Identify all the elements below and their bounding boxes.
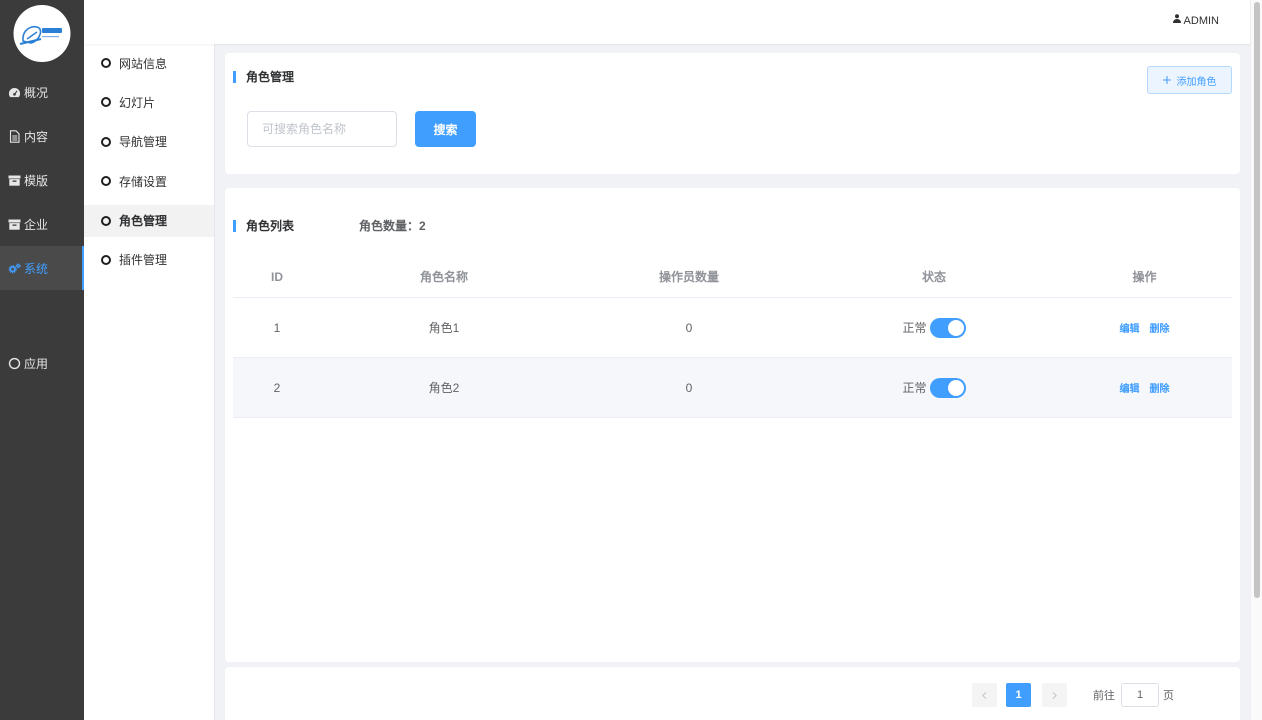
role-list-panel: 角色列表 角色数量：2 ID 角色名称 操作员数量 状态 操作 1 角色1 0 … xyxy=(225,188,1240,662)
cell-actions: 编辑 删除 xyxy=(1057,358,1232,417)
dashboard-icon xyxy=(7,86,21,99)
sub-nav-label: 导航管理 xyxy=(119,135,168,150)
sub-nav-label: 存储设置 xyxy=(119,174,168,189)
cell-name: 角色1 xyxy=(428,321,460,335)
next-page-button[interactable] xyxy=(1042,683,1067,707)
delete-link[interactable]: 删除 xyxy=(1150,380,1170,395)
circle-icon xyxy=(101,136,111,147)
role-search-panel: 角色管理 添加角色 搜索 xyxy=(225,53,1240,174)
main-nav-label: 模版 xyxy=(24,173,49,188)
status-toggle[interactable] xyxy=(929,317,966,338)
section-title: 角色管理 xyxy=(246,70,295,84)
main-nav-item-enterprise[interactable]: 企业 xyxy=(0,202,84,246)
column-header-operators: 操作员数量 xyxy=(658,270,719,284)
role-count-value: 2 xyxy=(419,219,426,233)
cell-operator-count: 0 xyxy=(685,320,693,335)
section-title: 角色列表 xyxy=(246,219,295,233)
section-accent-bar xyxy=(233,71,236,83)
column-header-status: 状态 xyxy=(921,270,946,284)
circle-icon xyxy=(101,58,111,68)
pagination-bar: 1 前往 页 xyxy=(225,667,1240,720)
pagination: 1 前往 页 xyxy=(972,683,1174,707)
role-count: 角色数量：2 xyxy=(359,219,426,233)
add-role-label: 添加角色 xyxy=(1176,76,1217,88)
sub-nav-item-storage[interactable]: 存储设置 xyxy=(84,165,214,197)
role-count-label: 角色数量： xyxy=(359,219,420,233)
main-nav-label: 内容 xyxy=(24,129,49,144)
sub-sidebar: 网站信息 幻灯片 导航管理 存储设置 角色管理 插件管理 xyxy=(84,44,215,720)
sub-nav-item-roles[interactable]: 角色管理 xyxy=(84,204,214,237)
user-icon xyxy=(1172,14,1181,23)
top-bar: ADMIN xyxy=(84,0,1250,44)
chevron-right-icon xyxy=(1052,691,1057,700)
username: ADMIN xyxy=(1183,15,1219,27)
goto-label: 前往 xyxy=(1093,690,1115,702)
role-table: ID 角色名称 操作员数量 状态 操作 1 角色1 0 正常 编辑 删除 2 角… xyxy=(233,256,1232,418)
sub-nav-item-slides[interactable]: 幻灯片 xyxy=(84,86,214,118)
circle-icon xyxy=(101,176,111,187)
user-menu[interactable]: ADMIN xyxy=(1172,14,1219,27)
column-header-actions: 操作 xyxy=(1132,270,1157,284)
main-nav-label: 系统 xyxy=(24,261,49,276)
main-nav-label: 应用 xyxy=(24,356,49,371)
file-text-icon xyxy=(7,129,21,143)
sub-nav-label: 幻灯片 xyxy=(119,95,156,110)
sub-nav-label: 插件管理 xyxy=(119,253,168,268)
column-header-id: ID xyxy=(271,269,283,284)
cell-status: 正常 xyxy=(811,298,1057,357)
main-nav-item-content[interactable]: 内容 xyxy=(0,114,84,158)
scrollbar-thumb[interactable] xyxy=(1254,2,1260,598)
edit-link[interactable]: 编辑 xyxy=(1120,320,1140,335)
circle-icon xyxy=(101,215,111,226)
company-logo[interactable] xyxy=(13,5,71,62)
edit-link[interactable]: 编辑 xyxy=(1120,380,1140,395)
main-nav-item-system[interactable]: 系统 xyxy=(0,246,84,290)
status-text: 正常 xyxy=(902,321,927,335)
add-role-button[interactable]: 添加角色 xyxy=(1147,66,1232,94)
cell-id: 1 xyxy=(273,320,281,335)
page-number-current[interactable]: 1 xyxy=(1006,683,1031,707)
circle-icon xyxy=(101,97,111,108)
prev-page-button[interactable] xyxy=(972,683,997,707)
sub-nav-item-site-info[interactable]: 网站信息 xyxy=(84,47,214,79)
main-nav-label: 概况 xyxy=(24,85,49,100)
goto-page-input[interactable] xyxy=(1121,683,1159,707)
archive-icon xyxy=(7,218,21,231)
circle-icon xyxy=(101,254,111,265)
cell-operator-count: 0 xyxy=(685,380,693,395)
table-header: ID 角色名称 操作员数量 状态 操作 xyxy=(233,256,1232,298)
cell-actions: 编辑 删除 xyxy=(1057,298,1232,357)
sub-nav-item-plugins[interactable]: 插件管理 xyxy=(84,244,214,276)
main-nav-label: 企业 xyxy=(24,217,49,232)
column-header-name: 角色名称 xyxy=(419,270,468,284)
page-scrollbar[interactable] xyxy=(1250,0,1262,720)
sub-nav-label: 角色管理 xyxy=(119,214,168,229)
circle-icon xyxy=(7,357,21,370)
page-suffix: 页 xyxy=(1163,690,1174,702)
sub-nav-item-navigation[interactable]: 导航管理 xyxy=(84,126,214,158)
main-sidebar: 概况 内容 模版 企业 系统 应用 xyxy=(0,0,84,720)
main-nav-item-apps[interactable]: 应用 xyxy=(0,341,84,385)
search-button[interactable]: 搜索 xyxy=(415,111,476,147)
main-nav: 概况 内容 模版 企业 系统 应用 xyxy=(0,70,84,385)
role-search-input[interactable] xyxy=(247,111,397,147)
status-text: 正常 xyxy=(902,381,927,395)
main-nav-item-overview[interactable]: 概况 xyxy=(0,70,84,114)
cogs-icon xyxy=(7,262,21,275)
table-row: 2 角色2 0 正常 编辑 删除 xyxy=(233,358,1232,418)
cell-status: 正常 xyxy=(811,358,1057,417)
section-accent-bar xyxy=(233,220,236,232)
archive-icon xyxy=(7,174,21,187)
delete-link[interactable]: 删除 xyxy=(1150,320,1170,335)
plus-icon xyxy=(1162,76,1171,84)
chevron-left-icon xyxy=(982,691,987,700)
cell-name: 角色2 xyxy=(428,381,460,395)
status-toggle[interactable] xyxy=(929,377,966,398)
main-nav-item-template[interactable]: 模版 xyxy=(0,158,84,202)
table-row: 1 角色1 0 正常 编辑 删除 xyxy=(233,298,1232,358)
cell-id: 2 xyxy=(273,380,281,395)
sub-nav-label: 网站信息 xyxy=(119,56,168,71)
